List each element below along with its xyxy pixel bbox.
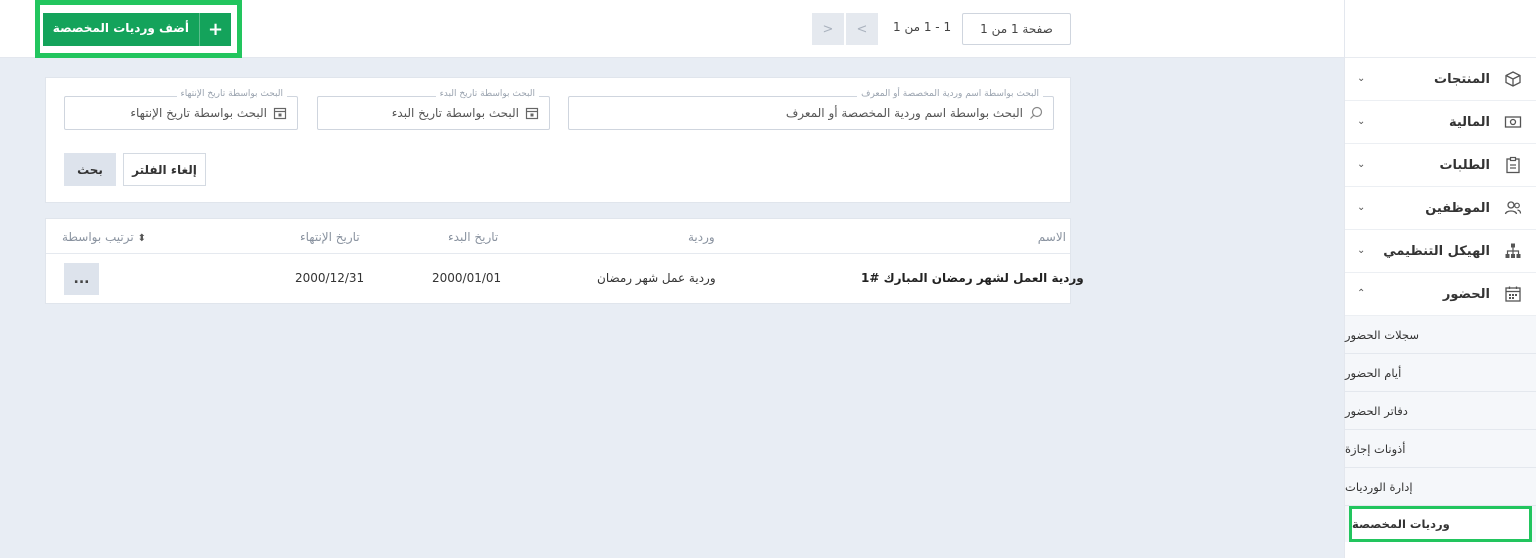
money-icon (1504, 116, 1522, 128)
clear-filter-button[interactable]: إلغاء الفلتر (123, 153, 206, 186)
sidebar-item-employees[interactable]: ⌄ الموظفين (1345, 187, 1536, 230)
clipboard-icon (1506, 156, 1520, 174)
top-bar: + أضف ورديات المخصصة > < 1 - 1 من 1 صفحة… (0, 0, 1344, 58)
end-date-field[interactable]: البحث بواسطة تاريخ الإنتهاء البحث بواسطة… (64, 89, 298, 130)
chevron-down-icon: ⌄ (1357, 245, 1366, 256)
sidebar-item-attendance[interactable]: ⌃ الحضور (1345, 273, 1536, 316)
start-date-input[interactable]: البحث بواسطة تاريخ البدء (392, 106, 519, 120)
chevron-right-icon: > (822, 21, 834, 37)
row-start-cell: 2000/01/01 (432, 271, 502, 285)
users-icon (1504, 201, 1522, 215)
sidebar-item-label: الحضور (1442, 286, 1490, 302)
page-select[interactable]: صفحة 1 من 1 (962, 13, 1071, 45)
sort-icon: ⬍ (137, 233, 146, 244)
chevron-down-icon: ⌄ (1357, 116, 1366, 127)
table-header: الاسم وردية تاريخ البدء تاريخ الإنتهاء ⬍… (46, 219, 1070, 254)
search-button[interactable]: بحث (64, 153, 116, 186)
sidebar-item-label: المنتجات (1434, 71, 1490, 87)
sidebar-subitem-shift-management[interactable]: إدارة الورديات (1345, 468, 1536, 506)
search-name-legend: البحث بواسطة اسم وردية المخصصة أو المعرف (857, 89, 1043, 99)
chevron-up-icon: ⌃ (1357, 288, 1366, 299)
sidebar-item-label: الموظفين (1425, 200, 1490, 216)
search-name-field[interactable]: البحث بواسطة اسم وردية المخصصة أو المعرف… (568, 89, 1054, 130)
custom-shifts-table: الاسم وردية تاريخ البدء تاريخ الإنتهاء ⬍… (45, 218, 1084, 304)
more-icon: ... (73, 271, 90, 287)
sidebar: ⌄ المنتجات ⌄ المالية ⌄ الطلبات ⌄ الموظفي… (1344, 0, 1536, 558)
table-row[interactable]: وردية العمل لشهر رمضان المبارك #1 وردية … (46, 254, 1084, 304)
sidebar-item-label: الهيكل التنظيمي (1383, 243, 1490, 259)
chevron-down-icon: ⌄ (1357, 202, 1366, 213)
row-shift-cell: وردية عمل شهر رمضان (597, 271, 716, 285)
search-name-input[interactable]: البحث بواسطة اسم وردية المخصصة أو المعرف (786, 106, 1023, 120)
sidebar-top (1345, 0, 1536, 58)
sidebar-item-finance[interactable]: ⌄ المالية (1345, 101, 1536, 144)
sort-by-label: ترتيب بواسطة (62, 230, 134, 244)
calendar-icon (273, 107, 287, 120)
sidebar-subitem-custom-shifts[interactable]: ورديات المخصصة (1349, 506, 1532, 542)
sidebar-item-orders[interactable]: ⌄ الطلبات (1345, 144, 1536, 187)
sort-by-control[interactable]: ⬍ ترتيب بواسطة (62, 230, 146, 244)
org-chart-icon (1505, 243, 1521, 258)
end-date-legend: البحث بواسطة تاريخ الإنتهاء (176, 89, 287, 99)
sidebar-subitem-attendance-days[interactable]: أيام الحضور (1345, 354, 1536, 392)
box-icon (1505, 71, 1521, 87)
row-end-cell: 2000/12/31 (295, 271, 365, 285)
row-name-cell: وردية العمل لشهر رمضان المبارك #1 (861, 271, 1084, 285)
start-date-legend: البحث بواسطة تاريخ البدء (435, 89, 539, 99)
chevron-down-icon: ⌄ (1357, 73, 1366, 84)
col-shift-header: وردية (688, 230, 715, 244)
col-end-header: تاريخ الإنتهاء (300, 230, 360, 244)
col-start-header: تاريخ البدء (448, 230, 499, 244)
sidebar-item-org-structure[interactable]: ⌄ الهيكل التنظيمي (1345, 230, 1536, 273)
attendance-submenu: سجلات الحضور أيام الحضور دفاتر الحضور أذ… (1345, 316, 1536, 542)
add-custom-shifts-button[interactable]: + أضف ورديات المخصصة (43, 13, 231, 46)
calendar-icon (525, 107, 539, 120)
sidebar-subitem-leave-permissions[interactable]: أذونات إجازة (1345, 430, 1536, 468)
chevron-down-icon: ⌄ (1357, 159, 1366, 170)
plus-icon: + (199, 13, 231, 46)
filter-panel: البحث بواسطة اسم وردية المخصصة أو المعرف… (45, 77, 1071, 203)
end-date-input[interactable]: البحث بواسطة تاريخ الإنتهاء (130, 106, 267, 120)
row-actions-button[interactable]: ... (64, 263, 99, 295)
sidebar-subitem-attendance-books[interactable]: دفاتر الحضور (1345, 392, 1536, 430)
add-button-highlight: + أضف ورديات المخصصة (35, 0, 242, 58)
search-icon (1030, 106, 1043, 119)
sidebar-item-label: الطلبات (1439, 157, 1490, 173)
chevron-left-icon: < (856, 21, 868, 37)
start-date-field[interactable]: البحث بواسطة تاريخ البدء البحث بواسطة تا… (317, 89, 550, 130)
sidebar-subitem-attendance-records[interactable]: سجلات الحضور (1345, 316, 1536, 354)
calendar-icon (1505, 286, 1521, 302)
sidebar-item-label: المالية (1448, 114, 1490, 130)
prev-page-button[interactable]: < (846, 13, 878, 45)
pager-range: 1 - 1 من 1 (893, 20, 952, 34)
next-page-button[interactable]: > (812, 13, 844, 45)
sidebar-item-products[interactable]: ⌄ المنتجات (1345, 58, 1536, 101)
add-button-label: أضف ورديات المخصصة (52, 21, 189, 35)
